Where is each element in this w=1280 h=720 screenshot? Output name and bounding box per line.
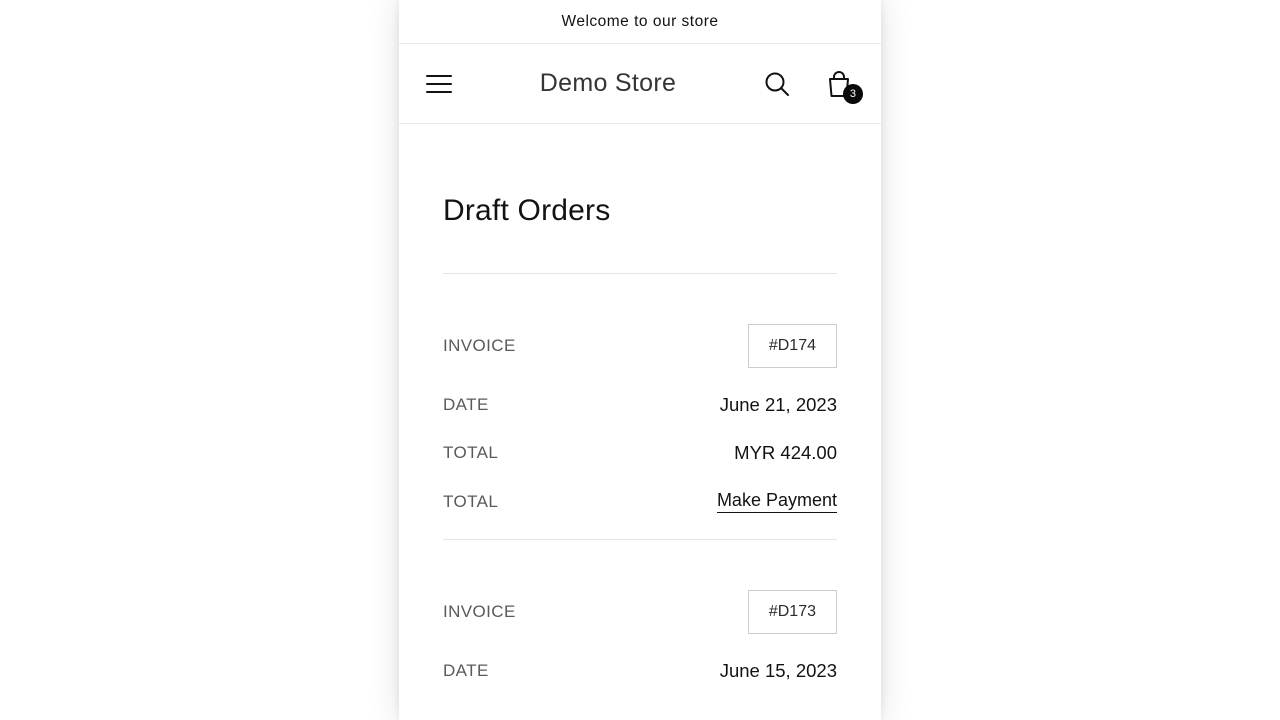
app-viewport: Welcome to our store Demo Store <box>399 0 881 720</box>
action-label: TOTAL <box>443 492 498 512</box>
total-label: TOTAL <box>443 443 498 463</box>
date-value: June 21, 2023 <box>720 394 837 416</box>
date-label: DATE <box>443 395 489 415</box>
invoice-link[interactable]: #D174 <box>748 324 837 368</box>
menu-button[interactable] <box>417 62 461 106</box>
invoice-row: INVOICE #D173 <box>443 590 837 634</box>
header-actions: 3 <box>755 62 861 106</box>
make-payment-link[interactable]: Make Payment <box>717 490 837 513</box>
invoice-row: INVOICE #D174 <box>443 324 837 368</box>
cart-button[interactable]: 3 <box>817 62 861 106</box>
page-title: Draft Orders <box>443 194 837 228</box>
invoice-label: INVOICE <box>443 336 516 356</box>
store-name[interactable]: Demo Store <box>540 69 676 98</box>
hamburger-icon <box>426 75 452 93</box>
announcement-bar: Welcome to our store <box>399 0 881 44</box>
date-row: DATE June 15, 2023 <box>443 660 837 682</box>
action-row: TOTAL Make Payment <box>443 490 837 513</box>
date-row: DATE June 21, 2023 <box>443 394 837 416</box>
announcement-text: Welcome to our store <box>561 13 718 31</box>
date-label: DATE <box>443 661 489 681</box>
search-button[interactable] <box>755 62 799 106</box>
search-icon <box>764 71 790 97</box>
date-value: June 15, 2023 <box>720 660 837 682</box>
main-content: Draft Orders INVOICE #D174 DATE June 21,… <box>399 124 881 682</box>
draft-order-card: INVOICE #D173 DATE June 15, 2023 <box>443 540 837 682</box>
invoice-link[interactable]: #D173 <box>748 590 837 634</box>
draft-order-card: INVOICE #D174 DATE June 21, 2023 TOTAL M… <box>443 274 837 540</box>
cart-count-badge: 3 <box>843 84 863 104</box>
total-row: TOTAL MYR 424.00 <box>443 442 837 464</box>
invoice-label: INVOICE <box>443 602 516 622</box>
site-header: Demo Store 3 <box>399 44 881 124</box>
total-value: MYR 424.00 <box>734 442 837 464</box>
invoice-number: #D173 <box>769 603 816 620</box>
invoice-number: #D174 <box>769 337 816 354</box>
